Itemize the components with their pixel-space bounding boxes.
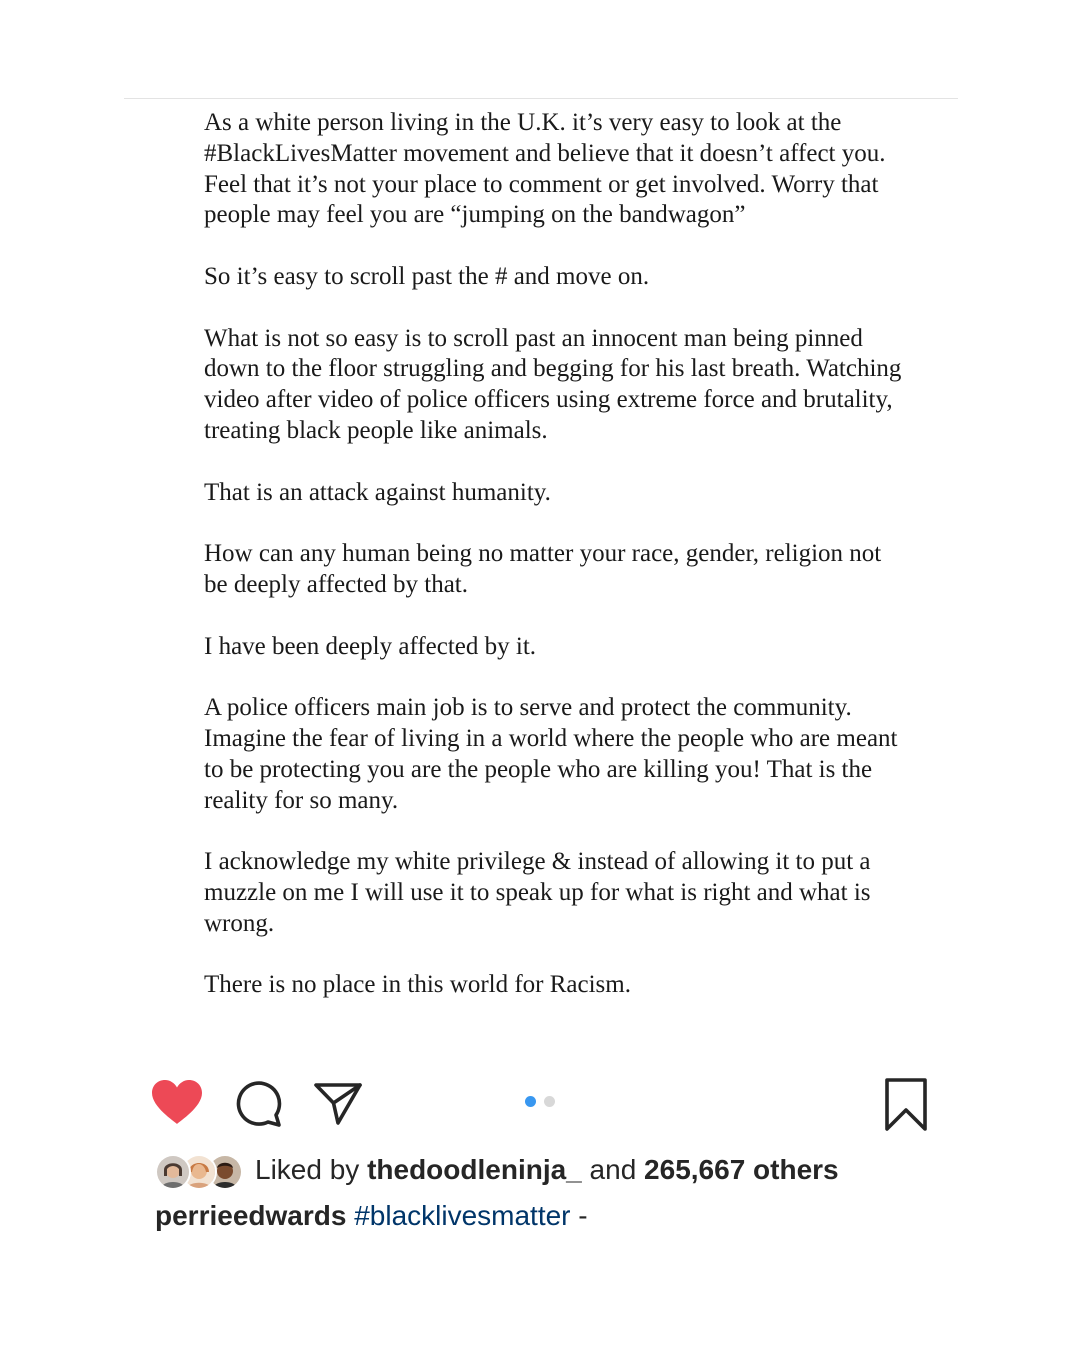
likes-prefix: Liked by — [255, 1154, 360, 1185]
caption: perrieedwards #blacklivesmatter - — [155, 1200, 588, 1232]
caption-hashtag[interactable]: #blacklivesmatter — [354, 1200, 570, 1231]
post-image-text: As a white person living in the U.K. it’… — [204, 108, 904, 1032]
top-divider — [124, 98, 958, 99]
likes-summary: Liked by thedoodleninja_ and 265,667 oth… — [255, 1154, 839, 1186]
post-paragraph: What is not so easy is to scroll past an… — [204, 324, 902, 444]
caption-text: - — [578, 1200, 588, 1231]
post-paragraph: As a white person living in the U.K. it’… — [204, 109, 886, 229]
post-paragraph: There is no place in this world for Raci… — [204, 971, 631, 999]
carousel-dot-active[interactable] — [525, 1096, 536, 1107]
liker-username[interactable]: thedoodleninja_ — [367, 1154, 582, 1185]
bookmark-icon[interactable] — [882, 1076, 930, 1134]
post-paragraph: So it’s easy to scroll past the # and mo… — [204, 262, 650, 290]
action-bar — [0, 1070, 1080, 1134]
carousel-indicator — [525, 1096, 555, 1108]
heart-icon[interactable] — [150, 1078, 204, 1126]
carousel-dot[interactable] — [544, 1096, 555, 1107]
liker-avatars[interactable] — [155, 1150, 247, 1190]
likes-count[interactable]: 265,667 others — [644, 1154, 839, 1185]
likes-connector: and — [589, 1154, 637, 1185]
speech-bubble-icon[interactable] — [232, 1078, 284, 1128]
post-paragraph: How can any human being no matter your r… — [204, 540, 882, 598]
likes-row: Liked by thedoodleninja_ and 265,667 oth… — [155, 1148, 839, 1192]
caption-username[interactable]: perrieedwards — [155, 1200, 346, 1231]
post-paragraph: A police officers main job is to serve a… — [204, 694, 898, 814]
post-paragraph: I have been deeply affected by it. — [204, 632, 537, 660]
post-paragraph: That is an attack against humanity. — [204, 478, 551, 506]
paper-plane-icon[interactable] — [312, 1076, 364, 1128]
post-paragraph: I acknowledge my white privilege & inste… — [204, 848, 871, 937]
avatar — [155, 1154, 191, 1190]
